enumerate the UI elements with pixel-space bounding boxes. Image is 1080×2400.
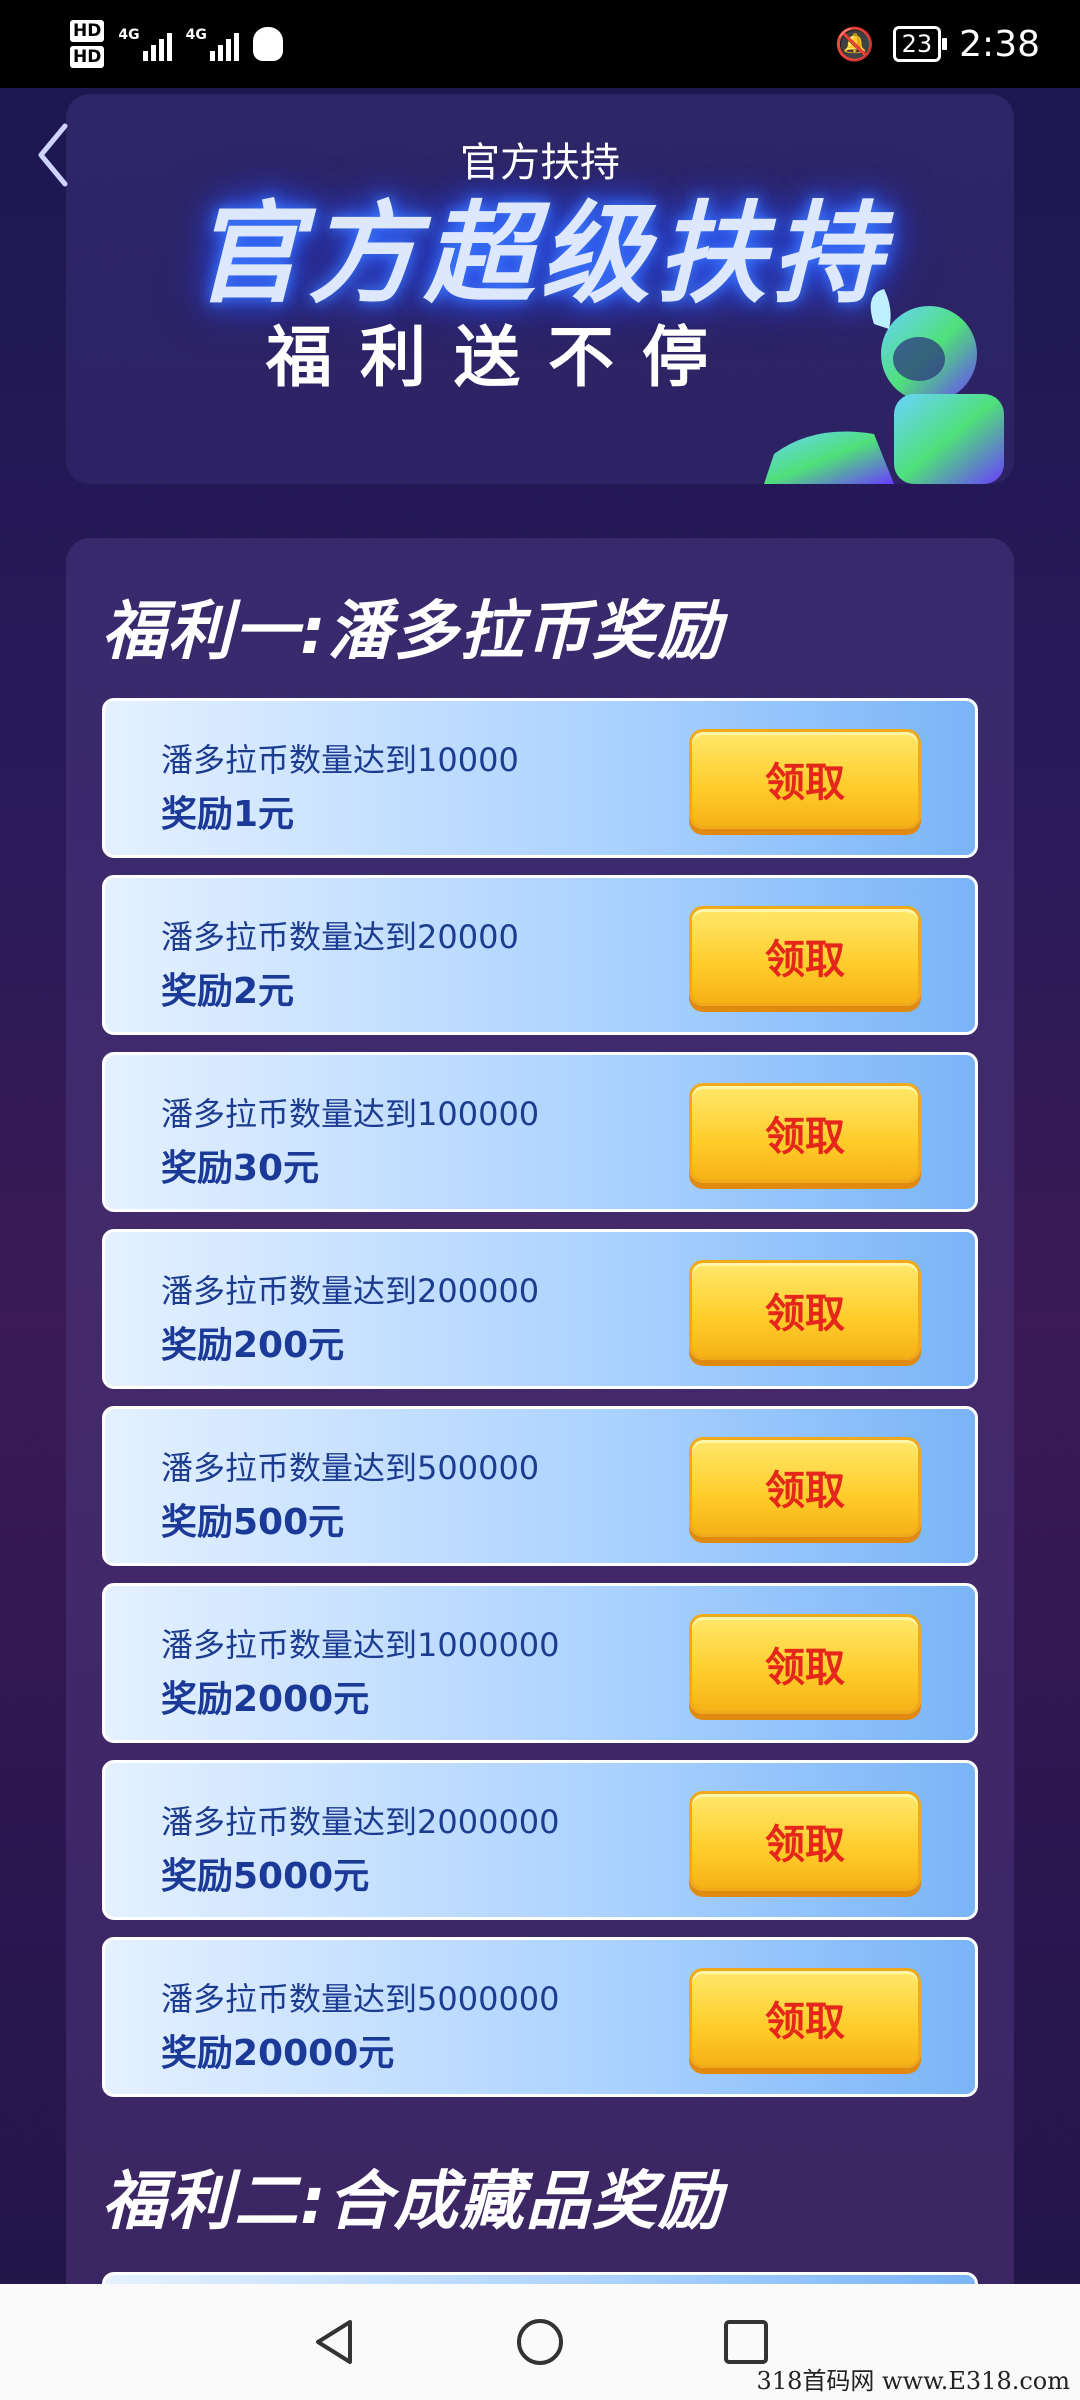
signal-icon-1: 4G	[118, 27, 172, 61]
reward-condition: 潘多拉币数量达到100000	[161, 1095, 540, 1133]
claim-button[interactable]: 领取	[689, 1437, 921, 1537]
reward-amount: 奖励5000元	[161, 1856, 370, 1897]
reward-condition: 潘多拉币数量达到200000	[161, 1272, 540, 1310]
reward-row: 潘多拉币数量达到500000 奖励500元 领取	[102, 1406, 978, 1566]
reward-condition: 潘多拉币数量达到500000	[161, 1449, 540, 1487]
reward-amount: 奖励1元	[161, 794, 295, 835]
reward-condition: 潘多拉币数量达到1000000	[161, 1626, 560, 1664]
claim-button[interactable]: 领取	[689, 1791, 921, 1891]
network-type-1: 4G	[118, 27, 140, 43]
reward-amount: 奖励500元	[161, 1502, 345, 1543]
claim-button[interactable]: 领取	[689, 906, 921, 1006]
section-title-1: 福利一:潘多拉币奖励	[102, 595, 724, 669]
reward-row: 潘多拉币数量达到5000000 奖励20000元 领取	[102, 1937, 978, 2097]
bell-off-icon: 🔕	[834, 25, 875, 63]
watermark: 318首码网 www.E318.com	[756, 2367, 1070, 2395]
reward-row: 潘多拉币数量达到200000 奖励200元 领取	[102, 1229, 978, 1389]
hd-indicators: HD HD	[70, 20, 105, 68]
status-left: HD HD 4G 4G	[70, 20, 283, 68]
signal-icon-2: 4G	[186, 27, 239, 61]
reward-amount: 奖励30元	[161, 1148, 320, 1189]
banner-subtitle: 福利送不停	[266, 319, 736, 396]
reward-condition: 潘多拉币数量达到20000	[161, 918, 519, 956]
reward-condition: 潘多拉币数量达到2000000	[161, 1803, 560, 1841]
battery-icon: 23	[892, 26, 947, 62]
claim-button[interactable]: 领取	[689, 1260, 921, 1360]
reward-amount: 奖励2元	[161, 971, 295, 1012]
reward-row: 潘多拉币数量达到100000 奖励30元 领取	[102, 1052, 978, 1212]
reward-row: 潘多拉币数量达到2000000 奖励5000元 领取	[102, 1760, 978, 1920]
reward-condition: 潘多拉币数量达到5000000	[161, 1980, 560, 2018]
section-title-2: 福利二:合成藏品奖励	[102, 2165, 724, 2239]
back-triangle-icon[interactable]	[306, 2314, 362, 2370]
clock: 2:38	[959, 23, 1040, 65]
status-bar: HD HD 4G 4G 🔕 23 2:38	[0, 0, 1080, 88]
reward-condition: 潘多拉币数量达到10000	[161, 741, 519, 779]
status-right: 🔕 23 2:38	[835, 24, 1040, 65]
claim-button[interactable]: 领取	[689, 729, 921, 829]
nav-title: 官方扶持	[460, 140, 620, 186]
qq-icon	[252, 27, 283, 61]
hd2-badge: HD	[70, 46, 105, 68]
hd1-badge: HD	[70, 20, 105, 42]
reward-row: 潘多拉币数量达到20000 奖励2元 领取	[102, 875, 978, 1035]
chevron-left-icon	[38, 123, 68, 187]
reward-row: 潘多拉币数量达到1000000 奖励2000元 领取	[102, 1583, 978, 1743]
reward-amount: 奖励200元	[161, 1325, 345, 1366]
claim-button[interactable]: 领取	[689, 1083, 921, 1183]
reward-amount: 奖励20000元	[161, 2033, 395, 2074]
home-circle-icon[interactable]	[512, 2314, 568, 2370]
reward-row: 潘多拉币数量达到10000 奖励1元 领取	[102, 698, 978, 858]
back-button[interactable]	[28, 120, 78, 190]
reward-amount: 奖励2000元	[161, 1679, 370, 1720]
network-type-2: 4G	[185, 27, 207, 43]
claim-button[interactable]: 领取	[689, 1614, 921, 1714]
astronaut-icon	[764, 289, 1004, 484]
claim-button[interactable]: 领取	[689, 1968, 921, 2068]
system-nav-bar: 318首码网 www.E318.com	[0, 2284, 1080, 2400]
